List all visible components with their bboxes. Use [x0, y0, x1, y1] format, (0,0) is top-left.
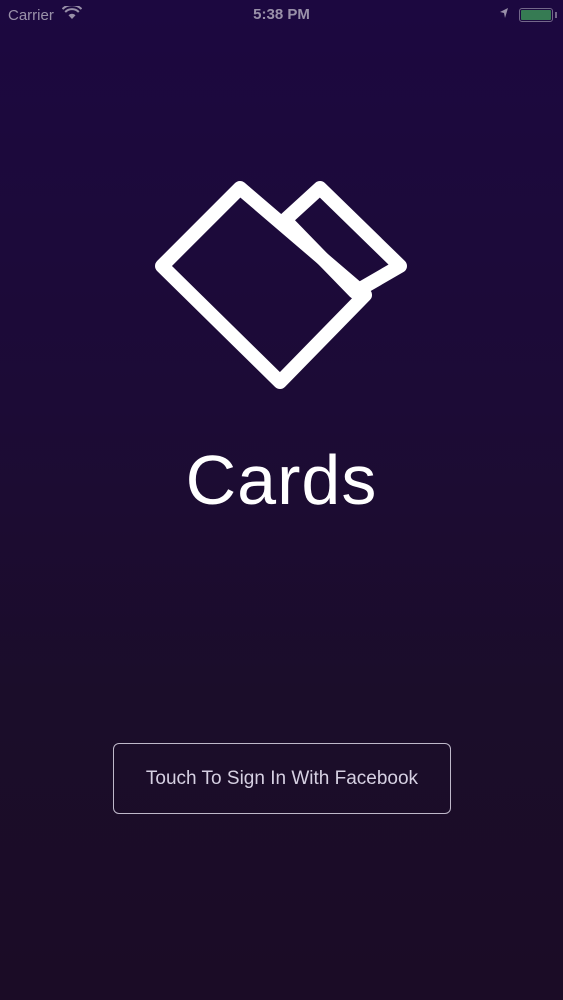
status-time: 5:38 PM: [253, 6, 310, 23]
status-bar: Carrier 5:38 PM: [0, 0, 563, 32]
app-title: Cards: [185, 441, 378, 519]
battery-level: [521, 9, 551, 20]
location-arrow-icon: [499, 6, 509, 23]
facebook-sign-in-button[interactable]: Touch To Sign In With Facebook: [113, 743, 451, 814]
facebook-sign-in-label: Touch To Sign In With Facebook: [145, 767, 419, 789]
battery-icon: [519, 7, 553, 22]
status-right: [499, 6, 557, 23]
cards-heart-logo-icon: [150, 170, 414, 396]
battery-nub: [555, 11, 557, 18]
